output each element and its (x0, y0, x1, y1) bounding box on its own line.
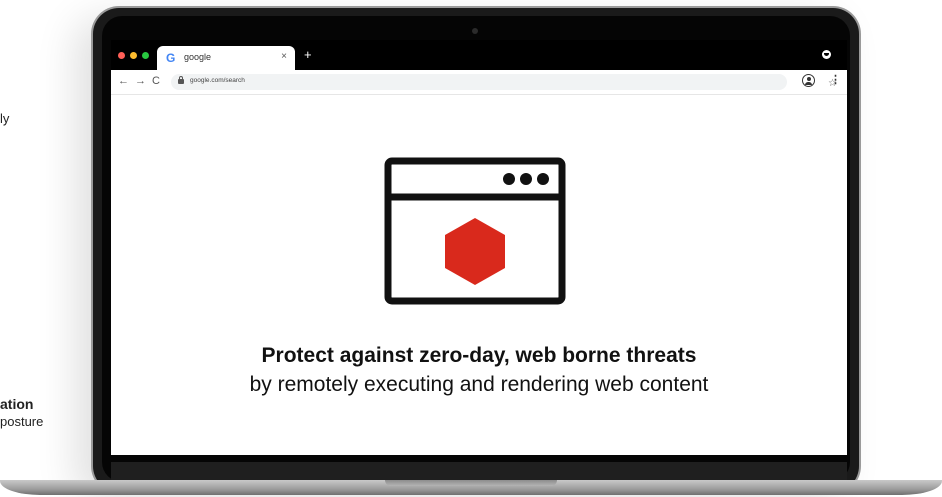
tab-close-icon[interactable]: × (281, 51, 287, 62)
window-maximize-icon[interactable] (142, 52, 149, 59)
laptop-bottom-bezel (111, 462, 847, 482)
lock-icon (178, 76, 184, 84)
url-text: google.com/search (190, 77, 245, 84)
threat-hexagon-icon (445, 218, 505, 285)
new-tab-button[interactable]: + (304, 48, 312, 62)
browser-threat-illustration-icon (384, 157, 566, 305)
laptop-base-notch (385, 480, 557, 486)
reload-button[interactable]: C (152, 74, 160, 88)
illustration-dot-2 (520, 173, 532, 185)
webcam-icon (472, 28, 478, 34)
profile-icon[interactable] (822, 50, 831, 59)
address-bar[interactable]: google.com/search ☆ (171, 74, 837, 90)
browser-window: G google × + ← → C google.com/search ☆ ⋮… (111, 40, 847, 455)
tab-google[interactable]: G google × (157, 46, 295, 70)
back-button[interactable]: ← (118, 74, 129, 88)
window-minimize-icon[interactable] (130, 52, 137, 59)
google-favicon-icon: G (166, 51, 176, 65)
menu-kebab-icon[interactable]: ⋮ (830, 73, 841, 86)
browser-toolbar: ← → C google.com/search ☆ ⋮ (111, 70, 847, 95)
side-text-heading: ation (0, 396, 34, 412)
headline: Protect against zero-day, web borne thre… (261, 344, 697, 367)
side-text-sub: posture (0, 414, 44, 429)
tab-bar: G google × + (111, 40, 847, 70)
subline: by remotely executing and rendering web … (249, 373, 709, 396)
side-text-top: ly (0, 111, 10, 126)
illustration-dot-1 (503, 173, 515, 185)
window-close-icon[interactable] (118, 52, 125, 59)
illustration-dot-3 (537, 173, 549, 185)
tab-title: google (184, 52, 212, 62)
forward-button[interactable]: → (135, 74, 146, 88)
account-icon[interactable] (802, 74, 815, 87)
